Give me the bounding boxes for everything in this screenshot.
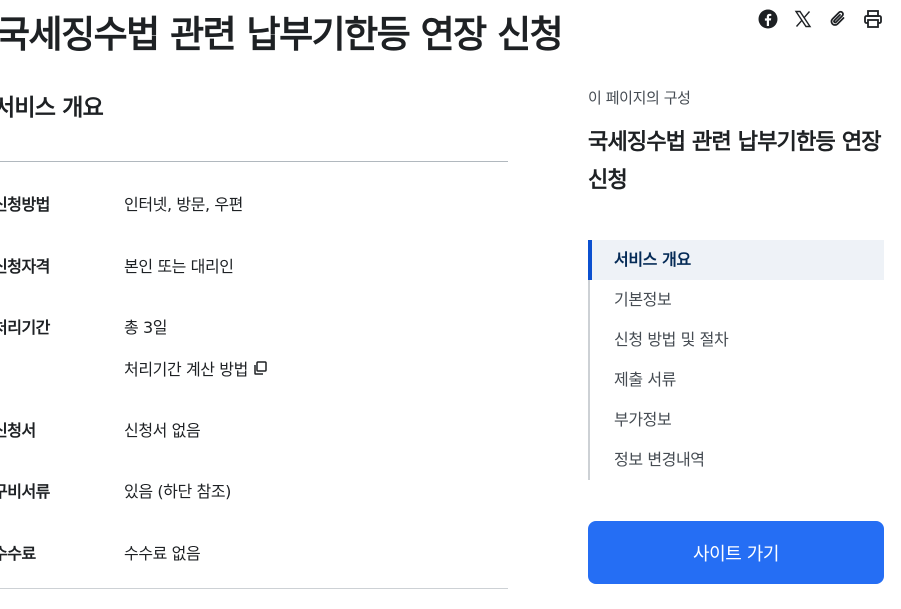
info-value: 있음 (하단 참조): [124, 482, 231, 501]
facebook-icon[interactable]: [757, 8, 779, 30]
info-label: 신청방법: [0, 195, 50, 214]
print-icon[interactable]: [862, 8, 884, 30]
processing-period-calc-link-label: 처리기간 계산 방법: [124, 360, 248, 379]
info-value: 신청서 없음: [124, 421, 201, 440]
section-divider: [0, 161, 508, 162]
paperclip-icon[interactable]: [827, 8, 849, 30]
info-value: 총 3일: [124, 318, 168, 337]
x-icon[interactable]: [792, 8, 814, 30]
toc-item-basic-info[interactable]: 기본정보: [590, 280, 884, 320]
info-value: 본인 또는 대리인: [124, 257, 234, 276]
toc-item-additional-info[interactable]: 부가정보: [590, 400, 884, 440]
info-label: 수수료: [0, 544, 36, 563]
info-label: 처리기간: [0, 318, 50, 337]
toc-item-service-overview[interactable]: 서비스 개요: [588, 240, 884, 280]
toc-item-submission-documents[interactable]: 제출 서류: [590, 360, 884, 400]
toc-nav: 서비스 개요 기본정보 신청 방법 및 절차 제출 서류 부가정보 정보 변경내…: [588, 240, 884, 480]
toc-item-change-history[interactable]: 정보 변경내역: [590, 440, 884, 480]
info-label: 신청자격: [0, 257, 50, 276]
toc-title: 국세징수법 관련 납부기한등 연장 신청: [588, 130, 882, 193]
info-value: 수수료 없음: [124, 544, 201, 563]
info-label: 신청서: [0, 421, 36, 440]
toc-caption: 이 페이지의 구성: [588, 89, 691, 107]
go-to-site-button[interactable]: 사이트 가기: [588, 521, 884, 584]
processing-period-calc-link[interactable]: 처리기간 계산 방법: [124, 356, 268, 380]
section-title-overview: 서비스 개요: [0, 95, 104, 121]
section-divider-bottom: [0, 588, 508, 589]
copy-icon: [254, 361, 267, 375]
info-value: 인터넷, 방문, 우편: [124, 195, 243, 214]
toc-item-application-procedure[interactable]: 신청 방법 및 절차: [590, 320, 884, 360]
info-label: 구비서류: [0, 482, 50, 501]
page-title: 국세징수법 관련 납부기한등 연장 신청: [0, 13, 564, 56]
share-toolbar: [757, 8, 884, 30]
